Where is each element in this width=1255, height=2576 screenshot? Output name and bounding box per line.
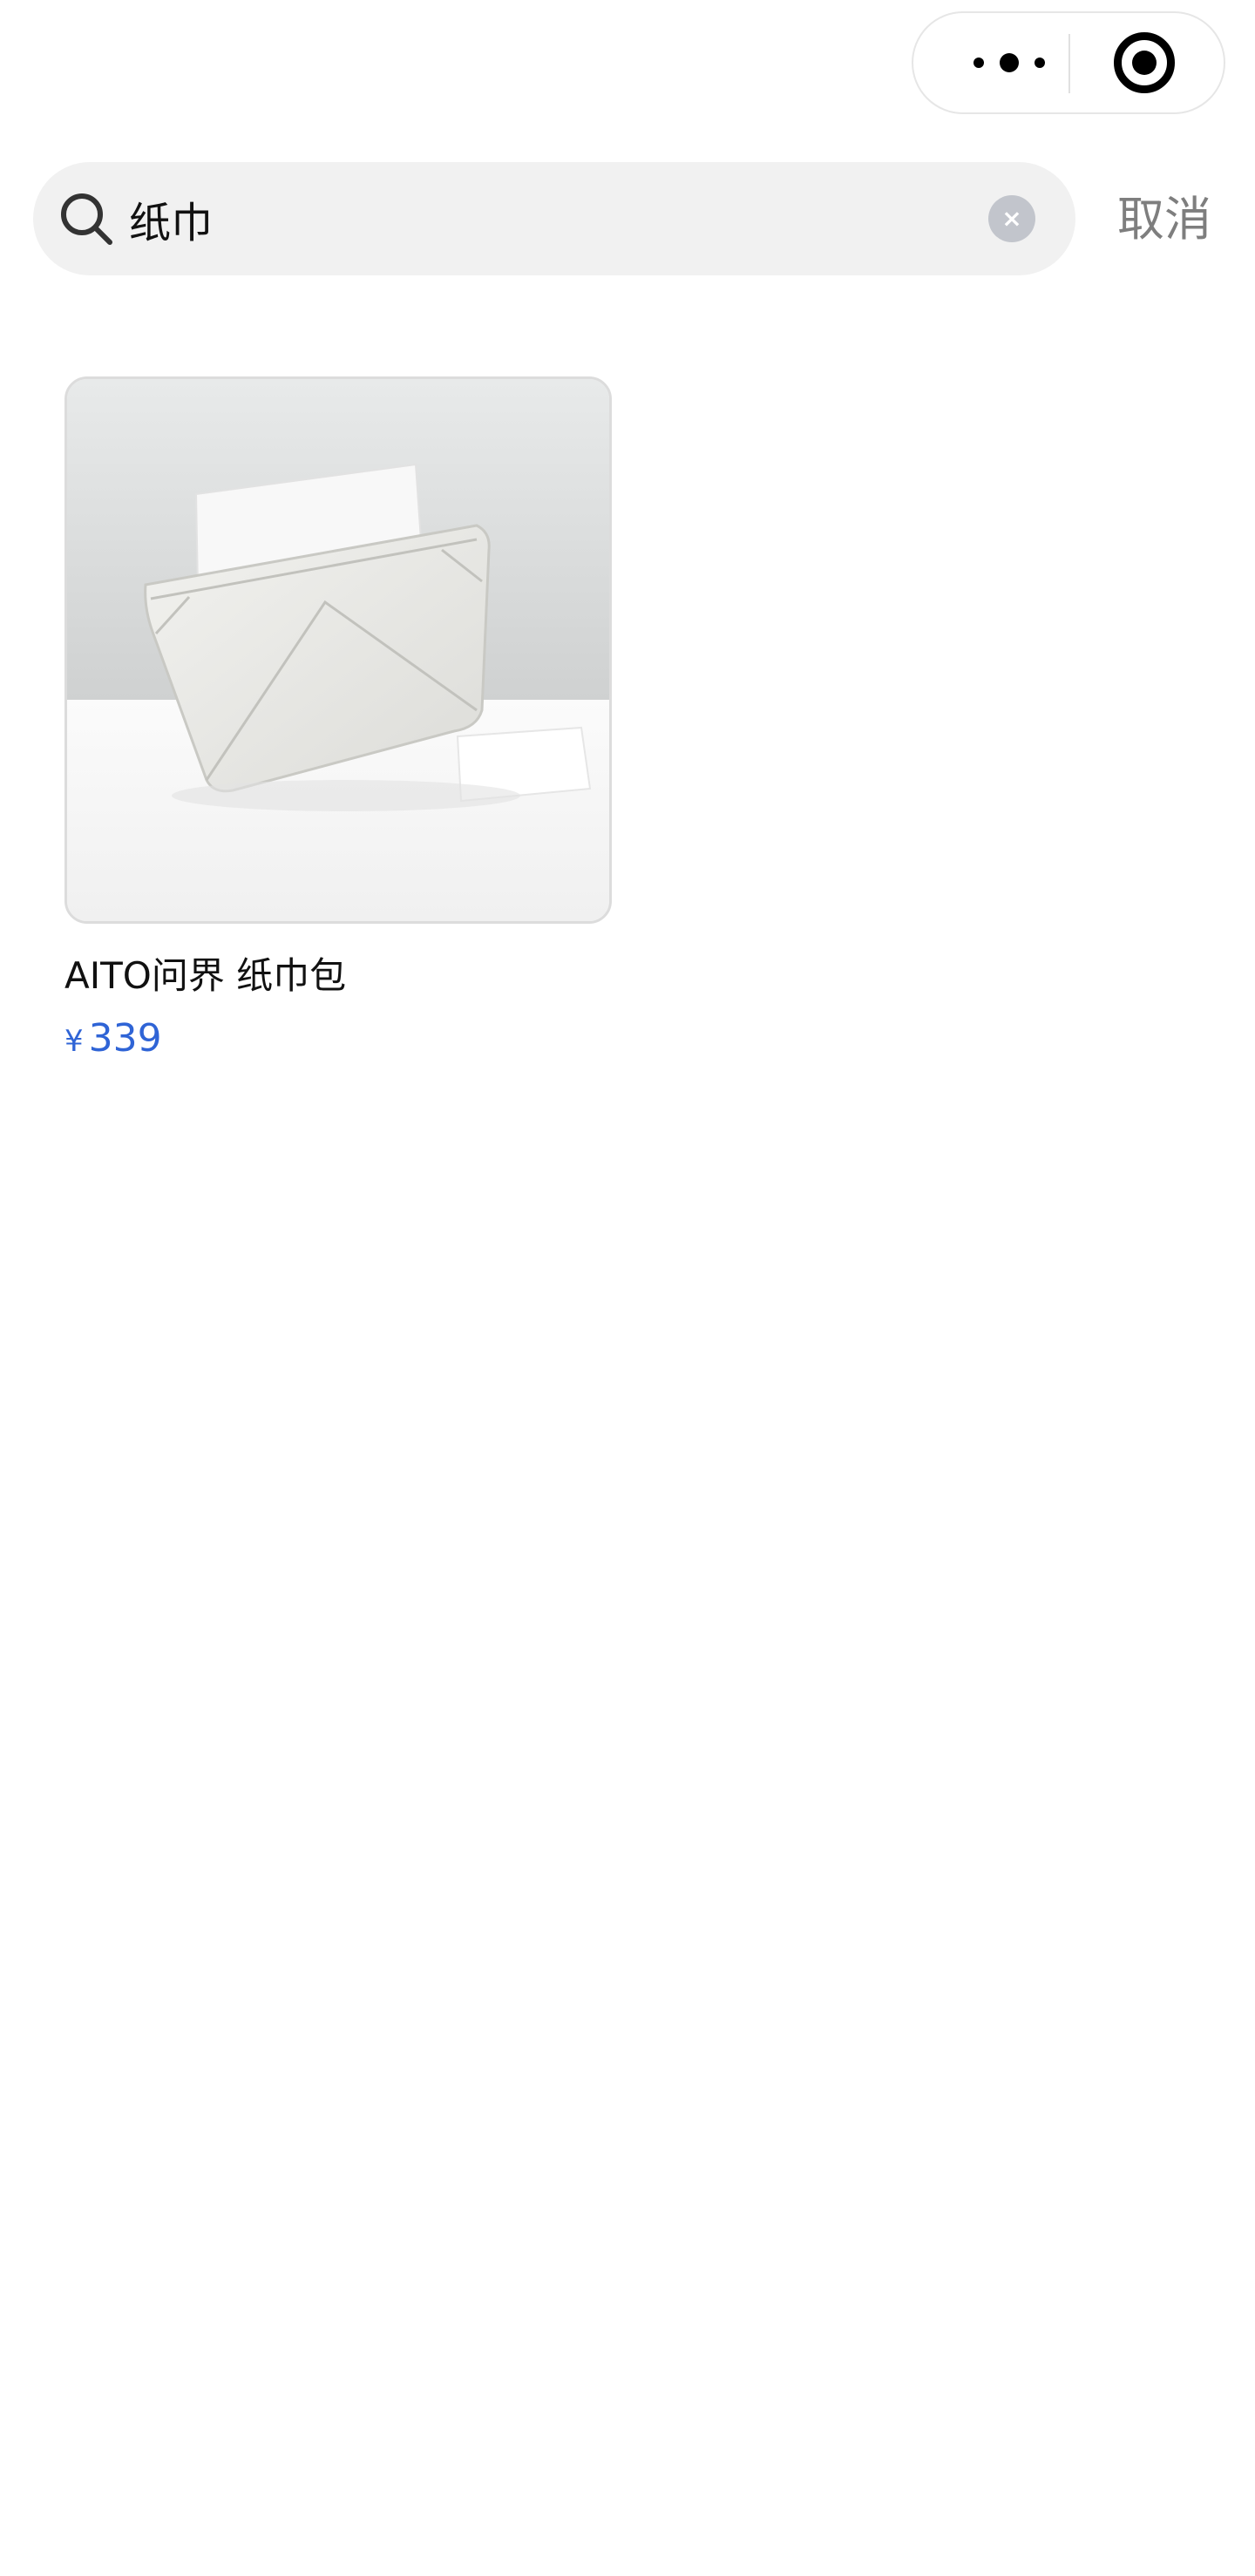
more-button[interactable]	[948, 13, 1070, 112]
more-dots-icon	[973, 58, 984, 68]
price-value: 339	[88, 1016, 162, 1061]
search-icon	[61, 193, 112, 245]
product-name: AITO问界 纸巾包	[64, 954, 347, 997]
more-dots-icon-right	[1035, 58, 1045, 68]
cancel-button[interactable]: 取消	[1095, 185, 1234, 254]
product-card[interactable]: AITO问界 纸巾包 ¥339	[64, 376, 612, 1066]
currency-symbol: ¥	[64, 1024, 84, 1059]
product-price: ¥339	[64, 1014, 612, 1066]
product-image	[64, 376, 612, 924]
capsule-menu	[912, 11, 1225, 114]
close-mini-program-button[interactable]	[1114, 32, 1175, 93]
search-bar: ×	[33, 162, 1075, 275]
more-dots-icon-center	[1000, 53, 1019, 72]
clear-search-button[interactable]: ×	[988, 195, 1035, 242]
search-input[interactable]	[129, 162, 1001, 275]
capsule-divider	[1068, 34, 1070, 93]
clear-icon: ×	[1001, 204, 1022, 233]
target-circle-icon	[1132, 51, 1157, 75]
tissue-bag-illustration	[67, 379, 609, 921]
